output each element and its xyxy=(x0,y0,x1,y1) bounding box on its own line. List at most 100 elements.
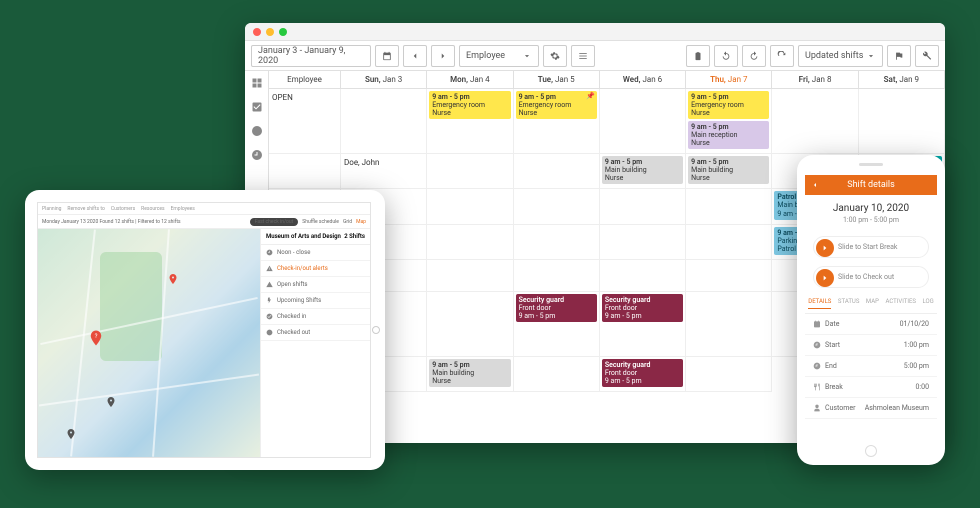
filter-dropdown[interactable]: Updated shifts xyxy=(798,45,883,67)
settings-button[interactable] xyxy=(543,45,567,67)
schedule-cell[interactable] xyxy=(600,189,686,224)
tablet-topnav: Planning Remove shifts to Customers Resourc… xyxy=(38,203,370,215)
map-link[interactable]: Map xyxy=(356,219,366,225)
employee-name-cell[interactable]: Doe, John xyxy=(341,154,427,189)
schedule-cell[interactable] xyxy=(859,89,945,154)
shift-block[interactable]: Security guardFront door9 am - 5 pm xyxy=(516,294,597,322)
map-pin-grey-icon[interactable] xyxy=(65,428,77,440)
shift-block[interactable]: Security guardFront door9 am - 5 pm xyxy=(602,359,683,387)
schedule-cell[interactable] xyxy=(514,357,600,392)
schedule-cell[interactable] xyxy=(427,292,513,357)
schedule-cell[interactable] xyxy=(514,154,600,189)
schedule-cell[interactable] xyxy=(427,154,513,189)
schedule-cell[interactable] xyxy=(269,154,341,189)
map-pin-icon[interactable] xyxy=(167,273,179,285)
grid-link[interactable]: Grid xyxy=(343,219,352,225)
shift-block[interactable]: 9 am - 5 pmEmergency roomNurse xyxy=(688,91,769,119)
map-pin-selected-icon[interactable]: ? xyxy=(87,329,105,347)
schedule-cell[interactable] xyxy=(686,357,772,392)
pie-icon[interactable] xyxy=(251,125,263,137)
clipboard-button[interactable] xyxy=(686,45,710,67)
list-view-button[interactable] xyxy=(571,45,595,67)
shift-block[interactable]: 9 am - 5 pmEmergency roomNurse xyxy=(429,91,510,119)
schedule-cell[interactable] xyxy=(686,260,772,292)
refresh-button[interactable] xyxy=(770,45,794,67)
shift-block[interactable]: 9 am - 5 pmMain buildingNurse xyxy=(688,156,769,184)
map-view[interactable]: ? xyxy=(38,229,260,457)
tablet-device: Planning Remove shifts to Customers Resourc… xyxy=(25,190,385,470)
phone-tab[interactable]: STATUS xyxy=(838,298,859,309)
employee-name-cell[interactable] xyxy=(686,292,772,357)
tablet-nav-item[interactable]: Customers xyxy=(111,206,135,212)
schedule-cell[interactable] xyxy=(514,189,600,224)
side-panel-header: Museum of Arts and Design 2 Shifts xyxy=(261,229,370,245)
grouping-dropdown[interactable]: Employee xyxy=(459,45,539,67)
slide-check-out[interactable]: Slide to Check out xyxy=(813,266,929,288)
schedule-cell[interactable]: 9 am - 5 pmMain buildingNurse xyxy=(686,154,772,189)
schedule-cell[interactable]: 9 am - 5 pmEmergency roomNurse xyxy=(427,89,513,154)
in-icon xyxy=(266,313,273,320)
phone-tab[interactable]: DETAILS xyxy=(808,298,831,309)
minimize-dot[interactable] xyxy=(266,28,274,36)
schedule-cell[interactable] xyxy=(772,89,858,154)
schedule-cell[interactable] xyxy=(514,260,600,292)
publish-button[interactable] xyxy=(887,45,911,67)
date-range-picker[interactable]: January 3 - January 9, 2020 xyxy=(251,45,371,67)
clock-icon[interactable] xyxy=(251,149,263,161)
side-panel-item[interactable]: Noon - close xyxy=(261,245,370,261)
employee-name-cell[interactable]: OPEN xyxy=(269,89,341,154)
undo-button[interactable] xyxy=(714,45,738,67)
next-button[interactable] xyxy=(431,45,455,67)
slide-start-break[interactable]: Slide to Start Break xyxy=(813,236,929,258)
schedule-cell[interactable] xyxy=(427,260,513,292)
shift-block[interactable]: 9 am - 5 pmMain buildingNurse xyxy=(602,156,683,184)
phone-tab[interactable]: LOG xyxy=(922,298,933,309)
phone-title: Shift details xyxy=(847,180,895,190)
tablet-nav-item[interactable]: Planning xyxy=(42,206,61,212)
schedule-cell[interactable]: Security guardFront door9 am - 5 pm xyxy=(514,292,600,357)
schedule-cell[interactable] xyxy=(600,225,686,260)
check-icon[interactable] xyxy=(251,101,263,113)
schedule-cell[interactable] xyxy=(686,189,772,224)
fast-checkin-toggle[interactable]: Fast check in/out xyxy=(250,218,299,226)
grid-icon[interactable] xyxy=(251,77,263,89)
phone-header: Shift details xyxy=(805,175,937,195)
schedule-cell[interactable] xyxy=(341,89,427,154)
shift-block[interactable]: 9 am - 5 pmMain receptionNurse xyxy=(688,121,769,149)
phone-tab[interactable]: ACTIVITIES xyxy=(885,298,915,309)
schedule-cell[interactable] xyxy=(600,89,686,154)
side-panel-item[interactable]: Upcoming Shifts xyxy=(261,293,370,309)
close-dot[interactable] xyxy=(253,28,261,36)
schedule-cell[interactable]: Security guardFront door9 am - 5 pm xyxy=(600,292,686,357)
side-panel-item[interactable]: Checked out xyxy=(261,325,370,341)
schedule-cell[interactable]: 9 am - 5 pmMain buildingNurse xyxy=(600,154,686,189)
employee-name-cell[interactable] xyxy=(600,260,686,292)
tools-button[interactable] xyxy=(915,45,939,67)
back-icon[interactable] xyxy=(811,181,819,189)
tablet-nav-item[interactable]: Resources xyxy=(141,206,164,212)
schedule-cell[interactable] xyxy=(427,225,513,260)
maximize-dot[interactable] xyxy=(279,28,287,36)
schedule-cell[interactable]: Security guardFront door9 am - 5 pm xyxy=(600,357,686,392)
tablet-nav-item[interactable]: Remove shifts to xyxy=(67,206,104,212)
schedule-cell[interactable]: 9 am - 5 pmMain buildingNurse xyxy=(427,357,513,392)
employee-name-cell[interactable] xyxy=(427,189,513,224)
calendar-button[interactable] xyxy=(375,45,399,67)
detail-row: Break0:00 xyxy=(805,377,937,398)
side-panel-item[interactable]: Checked in xyxy=(261,309,370,325)
schedule-cell[interactable]: 9 am - 5 pmEmergency roomNurse📌 xyxy=(514,89,600,154)
map-pin-grey-icon[interactable] xyxy=(105,396,117,408)
shift-block[interactable]: 9 am - 5 pmMain buildingNurse xyxy=(429,359,510,387)
tablet-nav-item[interactable]: Employees xyxy=(171,206,195,212)
schedule-cell[interactable]: 9 am - 5 pmEmergency roomNurse9 am - 5 p… xyxy=(686,89,772,154)
schedule-cell[interactable] xyxy=(686,225,772,260)
side-panel-item[interactable]: Check-in/out alerts xyxy=(261,261,370,277)
employee-name-cell[interactable] xyxy=(514,225,600,260)
side-panel-item[interactable]: Open shifts xyxy=(261,277,370,293)
shuffle-link[interactable]: Shuffle schedule xyxy=(302,219,339,225)
shift-block[interactable]: 9 am - 5 pmEmergency roomNurse📌 xyxy=(516,91,597,119)
phone-tab[interactable]: MAP xyxy=(866,298,879,309)
shift-block[interactable]: Security guardFront door9 am - 5 pm xyxy=(602,294,683,322)
redo-button[interactable] xyxy=(742,45,766,67)
prev-button[interactable] xyxy=(403,45,427,67)
